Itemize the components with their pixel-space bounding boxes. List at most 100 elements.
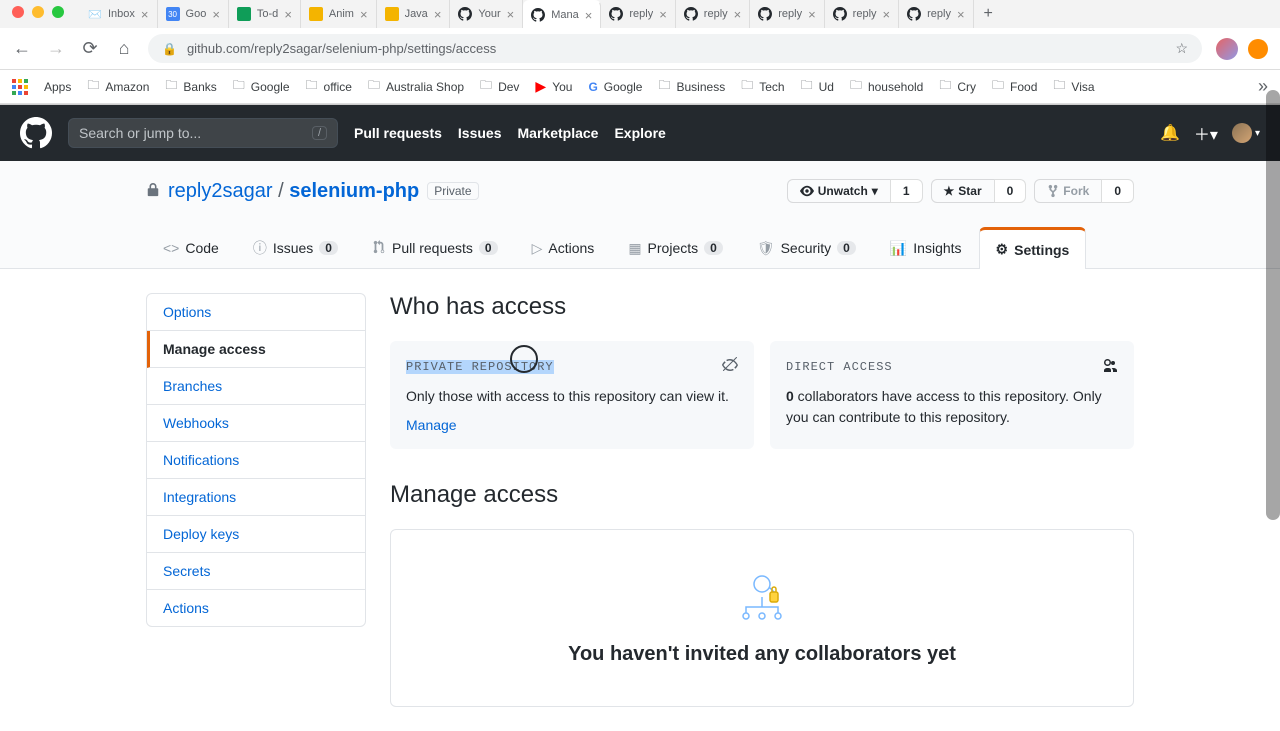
sidebar-item-webhooks[interactable]: Webhooks: [147, 405, 365, 442]
bookmark-item[interactable]: 🗀Food: [992, 76, 1037, 97]
tab-close-icon[interactable]: ×: [883, 7, 891, 22]
tab-close-icon[interactable]: ×: [734, 7, 742, 22]
folder-icon: 🗀: [87, 76, 99, 97]
nav-pulls[interactable]: Pull requests: [354, 125, 442, 141]
bookmark-item[interactable]: 🗀Business: [658, 76, 725, 97]
manage-link[interactable]: Manage: [406, 417, 457, 433]
lock-icon: 🔒: [162, 42, 177, 56]
repo-name-link[interactable]: selenium-php: [289, 180, 419, 202]
browser-tab[interactable]: ✉️Inbox×: [80, 0, 158, 28]
browser-tab[interactable]: reply×: [899, 0, 973, 28]
tab-actions[interactable]: ▷Actions: [515, 227, 612, 268]
tab-insights[interactable]: 📊Insights: [873, 227, 979, 268]
window-minimize[interactable]: [32, 6, 44, 18]
tab-close-icon[interactable]: ×: [585, 8, 593, 23]
bookmark-item[interactable]: 🗀 Amazon: [87, 76, 149, 97]
search-input[interactable]: Search or jump to... /: [68, 118, 338, 148]
browser-tab[interactable]: Your×: [450, 0, 523, 28]
tab-close-icon[interactable]: ×: [141, 7, 149, 22]
tab-close-icon[interactable]: ×: [957, 7, 965, 22]
bookmark-item[interactable]: 🗀Banks: [165, 76, 216, 97]
bookmark-item[interactable]: 🗀office: [306, 76, 352, 97]
sidebar-item-integrations[interactable]: Integrations: [147, 479, 365, 516]
bookmark-item[interactable]: 🗀Visa: [1053, 76, 1094, 97]
browser-tab[interactable]: reply×: [676, 0, 750, 28]
browser-tab[interactable]: reply×: [825, 0, 899, 28]
bookmark-item[interactable]: 🗀Dev: [480, 76, 519, 97]
tab-close-icon[interactable]: ×: [434, 7, 442, 22]
bookmark-item[interactable]: 🗀Cry: [939, 76, 976, 97]
nav-marketplace[interactable]: Marketplace: [518, 125, 599, 141]
profile-avatar[interactable]: [1216, 38, 1238, 60]
github-logo[interactable]: [20, 117, 52, 149]
tab-close-icon[interactable]: ×: [659, 7, 667, 22]
people-icon: [1102, 357, 1118, 376]
tab-close-icon[interactable]: ×: [808, 7, 816, 22]
home-button[interactable]: ⌂: [114, 38, 134, 59]
folder-icon: 🗀: [480, 76, 492, 97]
scrollbar[interactable]: [1266, 90, 1280, 520]
bookmark-label: Amazon: [105, 80, 149, 94]
browser-tab-active[interactable]: Mana×: [523, 0, 601, 28]
browser-tab[interactable]: reply×: [750, 0, 824, 28]
star-button[interactable]: ★ Star: [931, 179, 994, 203]
watch-count[interactable]: 1: [890, 179, 923, 203]
github-icon: [758, 7, 772, 21]
browser-tab[interactable]: Anim×: [301, 0, 377, 28]
browser-tab[interactable]: reply×: [601, 0, 675, 28]
bookmark-item[interactable]: ▶You: [535, 78, 572, 95]
bookmark-item[interactable]: 🗀Google: [233, 76, 290, 97]
sidebar-item-options[interactable]: Options: [147, 294, 365, 331]
tab-projects[interactable]: ▦Projects 0: [611, 227, 740, 268]
tab-label: Pull requests: [392, 240, 473, 256]
sidebar-item-deploy-keys[interactable]: Deploy keys: [147, 516, 365, 553]
sidebar-item-actions[interactable]: Actions: [147, 590, 365, 626]
tab-security[interactable]: 🛡Security 0: [740, 227, 873, 268]
bookmark-item[interactable]: GGoogle: [588, 80, 642, 94]
bookmark-item[interactable]: 🗀Ud: [801, 76, 834, 97]
user-menu[interactable]: ▾: [1232, 123, 1260, 143]
sidebar-item-notifications[interactable]: Notifications: [147, 442, 365, 479]
folder-icon: 🗀: [850, 76, 862, 97]
apps-label[interactable]: Apps: [44, 80, 71, 94]
new-tab-button[interactable]: +: [974, 5, 1003, 23]
notifications-icon[interactable]: 🔔: [1160, 123, 1180, 143]
tab-code[interactable]: <>Code: [146, 227, 236, 268]
github-icon: [531, 8, 545, 22]
browser-tab[interactable]: Java×: [377, 0, 451, 28]
tab-close-icon[interactable]: ×: [360, 7, 368, 22]
address-bar[interactable]: 🔒 github.com/reply2sagar/selenium-php/se…: [148, 34, 1202, 63]
reload-button[interactable]: ⟳: [80, 38, 100, 59]
star-count[interactable]: 0: [994, 179, 1027, 203]
repo-owner-link[interactable]: reply2sagar: [168, 180, 273, 202]
window-maximize[interactable]: [52, 6, 64, 18]
browser-tab[interactable]: To-d×: [229, 0, 301, 28]
browser-tab[interactable]: 30Goo×: [158, 0, 229, 28]
bookmark-star-icon[interactable]: ☆: [1175, 40, 1188, 57]
extension-icon[interactable]: [1248, 39, 1268, 59]
window-close[interactable]: [12, 6, 24, 18]
nav-explore[interactable]: Explore: [614, 125, 665, 141]
forward-button[interactable]: →: [46, 38, 66, 59]
nav-issues[interactable]: Issues: [458, 125, 502, 141]
tab-close-icon[interactable]: ×: [507, 7, 515, 22]
tab-close-icon[interactable]: ×: [212, 7, 220, 22]
create-new-dropdown[interactable]: ＋▾: [1194, 121, 1218, 145]
apps-icon[interactable]: [12, 79, 28, 95]
fork-button[interactable]: Fork: [1034, 179, 1101, 203]
bookmark-item[interactable]: 🗀Tech: [741, 76, 784, 97]
unwatch-button[interactable]: Unwatch ▾: [787, 179, 890, 203]
sidebar-item-manage-access[interactable]: Manage access: [147, 331, 365, 368]
back-button[interactable]: ←: [12, 38, 32, 59]
tab-close-icon[interactable]: ×: [284, 7, 292, 22]
tab-pulls[interactable]: Pull requests 0: [355, 227, 515, 268]
gcal-icon: 30: [166, 7, 180, 21]
bookmark-item[interactable]: 🗀household: [850, 76, 923, 97]
tab-settings[interactable]: ⚙Settings: [979, 227, 1087, 269]
bookmark-item[interactable]: 🗀Australia Shop: [368, 76, 464, 97]
fork-count[interactable]: 0: [1101, 179, 1134, 203]
tab-issues[interactable]: ⓘIssues 0: [236, 227, 355, 268]
direct-access-desc: collaborators have access to this reposi…: [786, 388, 1102, 425]
sidebar-item-secrets[interactable]: Secrets: [147, 553, 365, 590]
sidebar-item-branches[interactable]: Branches: [147, 368, 365, 405]
